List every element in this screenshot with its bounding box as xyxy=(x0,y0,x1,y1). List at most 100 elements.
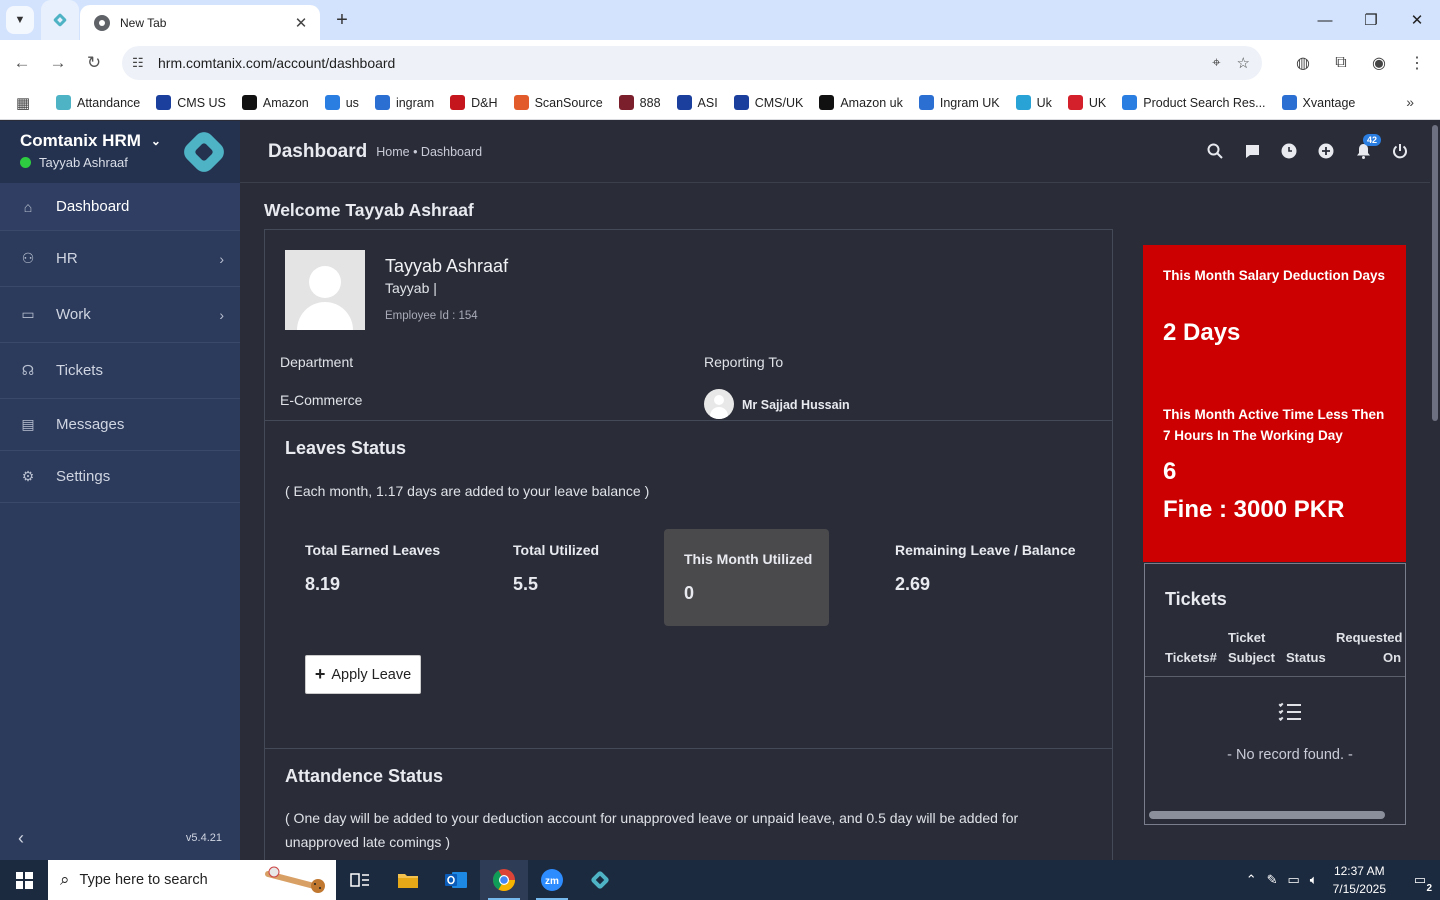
page-scrollbar[interactable] xyxy=(1430,121,1440,860)
taskbar-hrm-app[interactable] xyxy=(576,860,624,900)
volume-icon[interactable]: 🔈︎ xyxy=(1310,872,1318,888)
bookmark-item[interactable]: us xyxy=(324,95,359,110)
site-info-icon[interactable]: ☷ xyxy=(132,55,154,71)
taskbar-zoom[interactable]: zm xyxy=(528,860,576,900)
bookmark-item[interactable]: Ingram UK xyxy=(918,95,1000,110)
stat-label-remaining: Remaining Leave / Balance xyxy=(895,542,1076,558)
bookmark-item[interactable]: ingram xyxy=(374,95,434,110)
bookmark-item[interactable]: Xvantage xyxy=(1281,95,1355,110)
active-tab[interactable]: New Tab ✕ xyxy=(80,5,320,40)
stat-label-utilized: Total Utilized xyxy=(513,542,600,558)
salary-deduction-value: 2 Days xyxy=(1163,319,1241,346)
tab-search-button[interactable]: ▼ xyxy=(6,6,34,34)
sidebar-item-hr[interactable]: ⚇ HR › xyxy=(0,231,240,287)
bookmark-item[interactable]: Amazon xyxy=(241,95,309,110)
sidebar-item-messages[interactable]: ▤ Messages xyxy=(0,399,240,451)
bookmark-item[interactable]: CMS/UK xyxy=(733,95,803,110)
bookmark-label: Amazon uk xyxy=(840,95,903,110)
clock-icon[interactable] xyxy=(1279,141,1299,161)
add-circle-icon[interactable] xyxy=(1316,141,1336,161)
profile-icon[interactable]: ◉ xyxy=(1364,46,1394,80)
apply-leave-button[interactable]: + Apply Leave xyxy=(305,655,421,694)
apply-leave-label: Apply Leave xyxy=(331,666,412,683)
close-window-icon[interactable]: ✕ xyxy=(1394,0,1440,40)
location-icon[interactable]: ⌖ xyxy=(1212,54,1220,72)
network-icon[interactable]: ▭ xyxy=(1288,872,1300,888)
collapse-sidebar-icon[interactable]: ‹ xyxy=(18,828,24,849)
pen-icon[interactable]: ✎ xyxy=(1267,872,1278,888)
bookmark-item[interactable]: UK xyxy=(1067,95,1107,110)
sidebar-item-label: Work xyxy=(56,306,91,323)
bookmark-item[interactable]: Uk xyxy=(1015,95,1052,110)
sidebar-item-dashboard[interactable]: ⌂ Dashboard xyxy=(0,183,240,231)
bookmark-star-icon[interactable]: ☆ xyxy=(1237,54,1250,72)
app-version: v5.4.21 xyxy=(185,832,222,844)
taskbar-search[interactable]: ⌕ Type here to search xyxy=(48,860,336,900)
bookmark-label: us xyxy=(345,95,359,110)
notification-center-icon: ▭ xyxy=(1413,872,1427,887)
clock-date: 7/15/2025 xyxy=(1332,882,1386,896)
restore-icon[interactable]: ❐ xyxy=(1348,0,1394,40)
sidebar-item-work[interactable]: ▭ Work › xyxy=(0,287,240,343)
taskbar-chrome[interactable] xyxy=(480,860,528,900)
sidebar-item-label: Messages xyxy=(56,416,125,433)
bookmark-item[interactable]: Attandance xyxy=(56,95,140,110)
bookmark-item[interactable]: ScanSource xyxy=(513,95,603,110)
table-header-rule xyxy=(1145,676,1405,677)
leaves-title: Leaves Status xyxy=(285,438,407,458)
attendance-note: ( One day will be added to your deductio… xyxy=(285,810,1019,850)
bookmark-item[interactable]: CMS US xyxy=(156,95,226,110)
tickets-scrollbar[interactable] xyxy=(1149,811,1385,819)
task-view-button[interactable] xyxy=(336,860,384,900)
brand-name: Comtanix HRM xyxy=(20,131,141,150)
bookmark-item[interactable]: 888 xyxy=(618,95,661,110)
reload-icon[interactable]: ↻ xyxy=(76,45,112,81)
new-tab-button[interactable]: + xyxy=(328,6,356,34)
bookmark-item[interactable]: ASI xyxy=(676,95,718,110)
chrome-icon xyxy=(493,869,515,891)
start-button[interactable] xyxy=(0,860,48,900)
search-icon[interactable] xyxy=(1205,141,1225,161)
bookmark-item[interactable]: Amazon uk xyxy=(819,95,903,110)
bell-icon[interactable]: 42 xyxy=(1353,134,1382,161)
tab-title: New Tab xyxy=(120,15,167,30)
minimize-icon[interactable]: — xyxy=(1302,0,1348,40)
bookmark-item[interactable]: Product Search Res... xyxy=(1122,95,1266,110)
apps-grid-icon[interactable]: ▦ xyxy=(16,94,38,112)
reporting-label: Reporting To xyxy=(704,354,784,370)
page-scrollbar-thumb[interactable] xyxy=(1432,125,1438,421)
app-sidebar: Comtanix HRM ⌄ Tayyab Ashraaf ⌂ Dashboar… xyxy=(0,121,240,860)
action-center-button[interactable]: ▭ 2 xyxy=(1400,860,1440,900)
bookmark-favicon-icon xyxy=(819,95,835,110)
deduction-card: This Month Salary Deduction Days 2 Days … xyxy=(1143,245,1406,562)
translate-icon[interactable]: ◍ xyxy=(1288,46,1318,80)
bookmarks-overflow-icon[interactable]: » xyxy=(1406,94,1414,110)
taskbar-clock[interactable]: 12:37 AM 7/15/2025 xyxy=(1333,862,1386,898)
extensions-icon[interactable]: ⧉ xyxy=(1326,46,1356,80)
back-icon[interactable]: ← xyxy=(4,45,40,81)
chevron-right-icon: › xyxy=(219,306,224,323)
power-icon[interactable] xyxy=(1390,141,1410,161)
bookmark-item[interactable]: D&H xyxy=(450,95,498,110)
divider xyxy=(265,748,1112,749)
col-requested-line2: On xyxy=(1383,650,1402,665)
notification-badge: 42 xyxy=(1363,134,1382,146)
bookmark-label: Amazon xyxy=(262,95,309,110)
stat-label-month: This Month Utilized xyxy=(684,551,813,567)
taskbar-file-explorer[interactable] xyxy=(384,860,432,900)
pinned-tab-hrm[interactable] xyxy=(41,0,79,40)
breadcrumb[interactable]: Home • Dashboard xyxy=(376,145,482,159)
bookmark-favicon-icon xyxy=(324,95,340,110)
gear-icon: ⚙ xyxy=(21,468,35,484)
bookmark-label: UK xyxy=(1088,95,1107,110)
chat-icon[interactable] xyxy=(1242,141,1262,161)
folder-icon xyxy=(398,874,418,888)
sidebar-item-settings[interactable]: ⚙ Settings xyxy=(0,451,240,503)
tab-close-icon[interactable]: ✕ xyxy=(292,14,310,32)
show-hidden-icons-icon[interactable]: ⌃ xyxy=(1246,872,1257,888)
sidebar-item-tickets[interactable]: ☊ Tickets xyxy=(0,343,240,399)
taskbar-outlook[interactable] xyxy=(432,860,480,900)
menu-kebab-icon[interactable]: ⋮ xyxy=(1402,46,1432,80)
forward-icon[interactable]: → xyxy=(40,45,76,81)
address-bar[interactable]: ☷ hrm.comtanix.com/account/dashboard ⌖ ☆ xyxy=(122,46,1262,80)
